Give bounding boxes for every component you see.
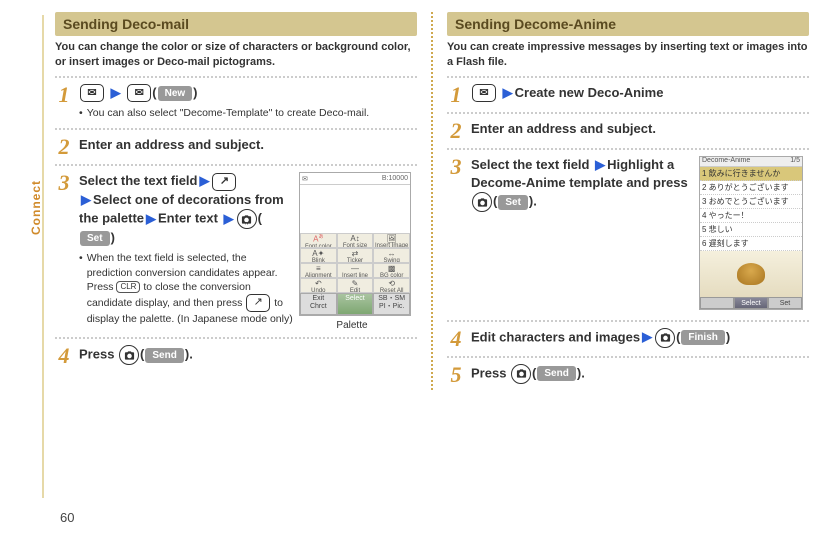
softkey-finish: Finish: [681, 330, 724, 345]
call-icon: ↗: [212, 173, 236, 191]
r-step1-title: ✉ ▶Create new Deco-Anime: [471, 84, 809, 103]
step1-title: ✉ ▶ ✉(New): [79, 84, 417, 103]
r-step4-title: Edit characters and images▶(Finish): [471, 328, 809, 348]
camera-icon: [511, 364, 531, 384]
step-number: 1: [55, 84, 73, 123]
arrow-icon: ▶: [199, 173, 209, 188]
shot-top-right: B:10000: [382, 175, 408, 182]
mail-icon: ✉: [127, 84, 151, 102]
divider-dots: [447, 356, 809, 358]
screenshot-caption: Palette: [293, 320, 411, 331]
shot2-title: Decome-Anime: [702, 157, 750, 166]
side-tab-connect: Connect: [29, 180, 43, 235]
divider-dots: [447, 148, 809, 150]
softkey-center: Select: [337, 293, 374, 315]
column-divider: [431, 12, 433, 390]
camera-icon: [472, 192, 492, 212]
screenshot-palette: ✉ B:10000 AあFont color A↕Font size 🖼Inse…: [299, 172, 411, 316]
divider-dots: [447, 320, 809, 322]
screenshot-template-list: Decome-Anime 1/5 1 飲みに行きませんか 2 ありがとうございま…: [699, 156, 803, 310]
page-content: Sending Deco-mail You can change the col…: [55, 12, 809, 390]
step2-title: Enter an address and subject.: [79, 136, 417, 154]
softkey-center: Select: [734, 297, 768, 309]
step-1: 1 ✉ ▶ ✉(New) •You can also select "Decom…: [55, 84, 417, 123]
clr-key: CLR: [116, 281, 140, 293]
step1-note: •You can also select "Decome-Template" t…: [79, 106, 417, 120]
divider-dots: [447, 76, 809, 78]
step-2: 2 Enter an address and subject.: [55, 136, 417, 158]
page-number: 60: [60, 510, 74, 525]
softkey-send: Send: [537, 366, 575, 381]
step-number: 2: [55, 136, 73, 158]
r-step-4: 4 Edit characters and images▶(Finish): [447, 328, 809, 350]
step-number: 4: [447, 328, 465, 350]
softkey-right: SB・SMPI・Pic.: [373, 293, 410, 315]
arrow-icon: ▶: [146, 211, 156, 226]
heading-decome-anime: Sending Decome-Anime: [447, 12, 809, 36]
r-step-1: 1 ✉ ▶Create new Deco-Anime: [447, 84, 809, 106]
camera-icon: [655, 328, 675, 348]
lead-decome-anime: You can create impressive messages by in…: [447, 40, 809, 70]
r-step-5: 5 Press (Send).: [447, 364, 809, 386]
shot-text-area: [300, 185, 410, 233]
step4-title: Press (Send).: [79, 345, 417, 365]
softkey-set: Set: [80, 231, 110, 246]
r-step5-title: Press (Send).: [471, 364, 809, 384]
step-number: 3: [55, 172, 73, 331]
arrow-icon: ▶: [111, 85, 121, 100]
screenshot-palette-wrap: ✉ B:10000 AあFont color A↕Font size 🖼Inse…: [293, 172, 411, 331]
divider-dots: [447, 112, 809, 114]
r-step-3: 3 Decome-Anime 1/5 1 飲みに行きませんか 2 ありがとうござ…: [447, 156, 809, 314]
softkey-right: Set: [768, 297, 802, 309]
arrow-icon: ▶: [224, 211, 234, 226]
heading-deco-mail: Sending Deco-mail: [55, 12, 417, 36]
shot2-list: 1 飲みに行きませんか 2 ありがとうございます 3 おめでとうございます 4 …: [700, 167, 802, 251]
arrow-icon: ▶: [503, 85, 513, 100]
step3-note: • When the text field is selected, the p…: [79, 251, 293, 326]
step-number: 2: [447, 120, 465, 142]
pot-icon: [737, 263, 765, 285]
divider-dots: [55, 164, 417, 166]
call-icon: ↗: [246, 294, 270, 312]
lead-deco-mail: You can change the color or size of char…: [55, 40, 417, 70]
camera-icon: TV: [237, 209, 257, 229]
side-rule: [42, 15, 44, 498]
divider-dots: [55, 128, 417, 130]
col-left: Sending Deco-mail You can change the col…: [55, 12, 417, 390]
softkey-left: [700, 297, 734, 309]
step-4: 4 Press (Send).: [55, 345, 417, 367]
arrow-icon: ▶: [642, 329, 652, 344]
step-number: 3: [447, 156, 465, 314]
shot2-pager: 1/5: [790, 157, 800, 166]
col-right: Sending Decome-Anime You can create impr…: [447, 12, 809, 390]
camera-icon: [119, 345, 139, 365]
shot2-preview: [700, 251, 802, 297]
shot-top-left: ✉: [302, 175, 308, 183]
r-step2-title: Enter an address and subject.: [471, 120, 809, 138]
arrow-icon: ▶: [595, 157, 605, 172]
mail-icon: ✉: [80, 84, 104, 102]
mail-icon: ✉: [472, 84, 496, 102]
step-number: 5: [447, 364, 465, 386]
softkey-set: Set: [498, 195, 528, 210]
softkey-send: Send: [145, 348, 183, 363]
step-3: 3 ✉ B:10000 AあFont color A↕Font size 🖼In…: [55, 172, 417, 331]
divider-dots: [55, 337, 417, 339]
shot-palette-grid: AあFont color A↕Font size 🖼Insert Image A…: [300, 233, 410, 293]
r-step-2: 2 Enter an address and subject.: [447, 120, 809, 142]
arrow-icon: ▶: [81, 192, 91, 207]
step-number: 1: [447, 84, 465, 106]
softkey-new: New: [158, 86, 193, 101]
step-number: 4: [55, 345, 73, 367]
divider-dots: [55, 76, 417, 78]
softkey-left: ExitChrct: [300, 293, 337, 315]
